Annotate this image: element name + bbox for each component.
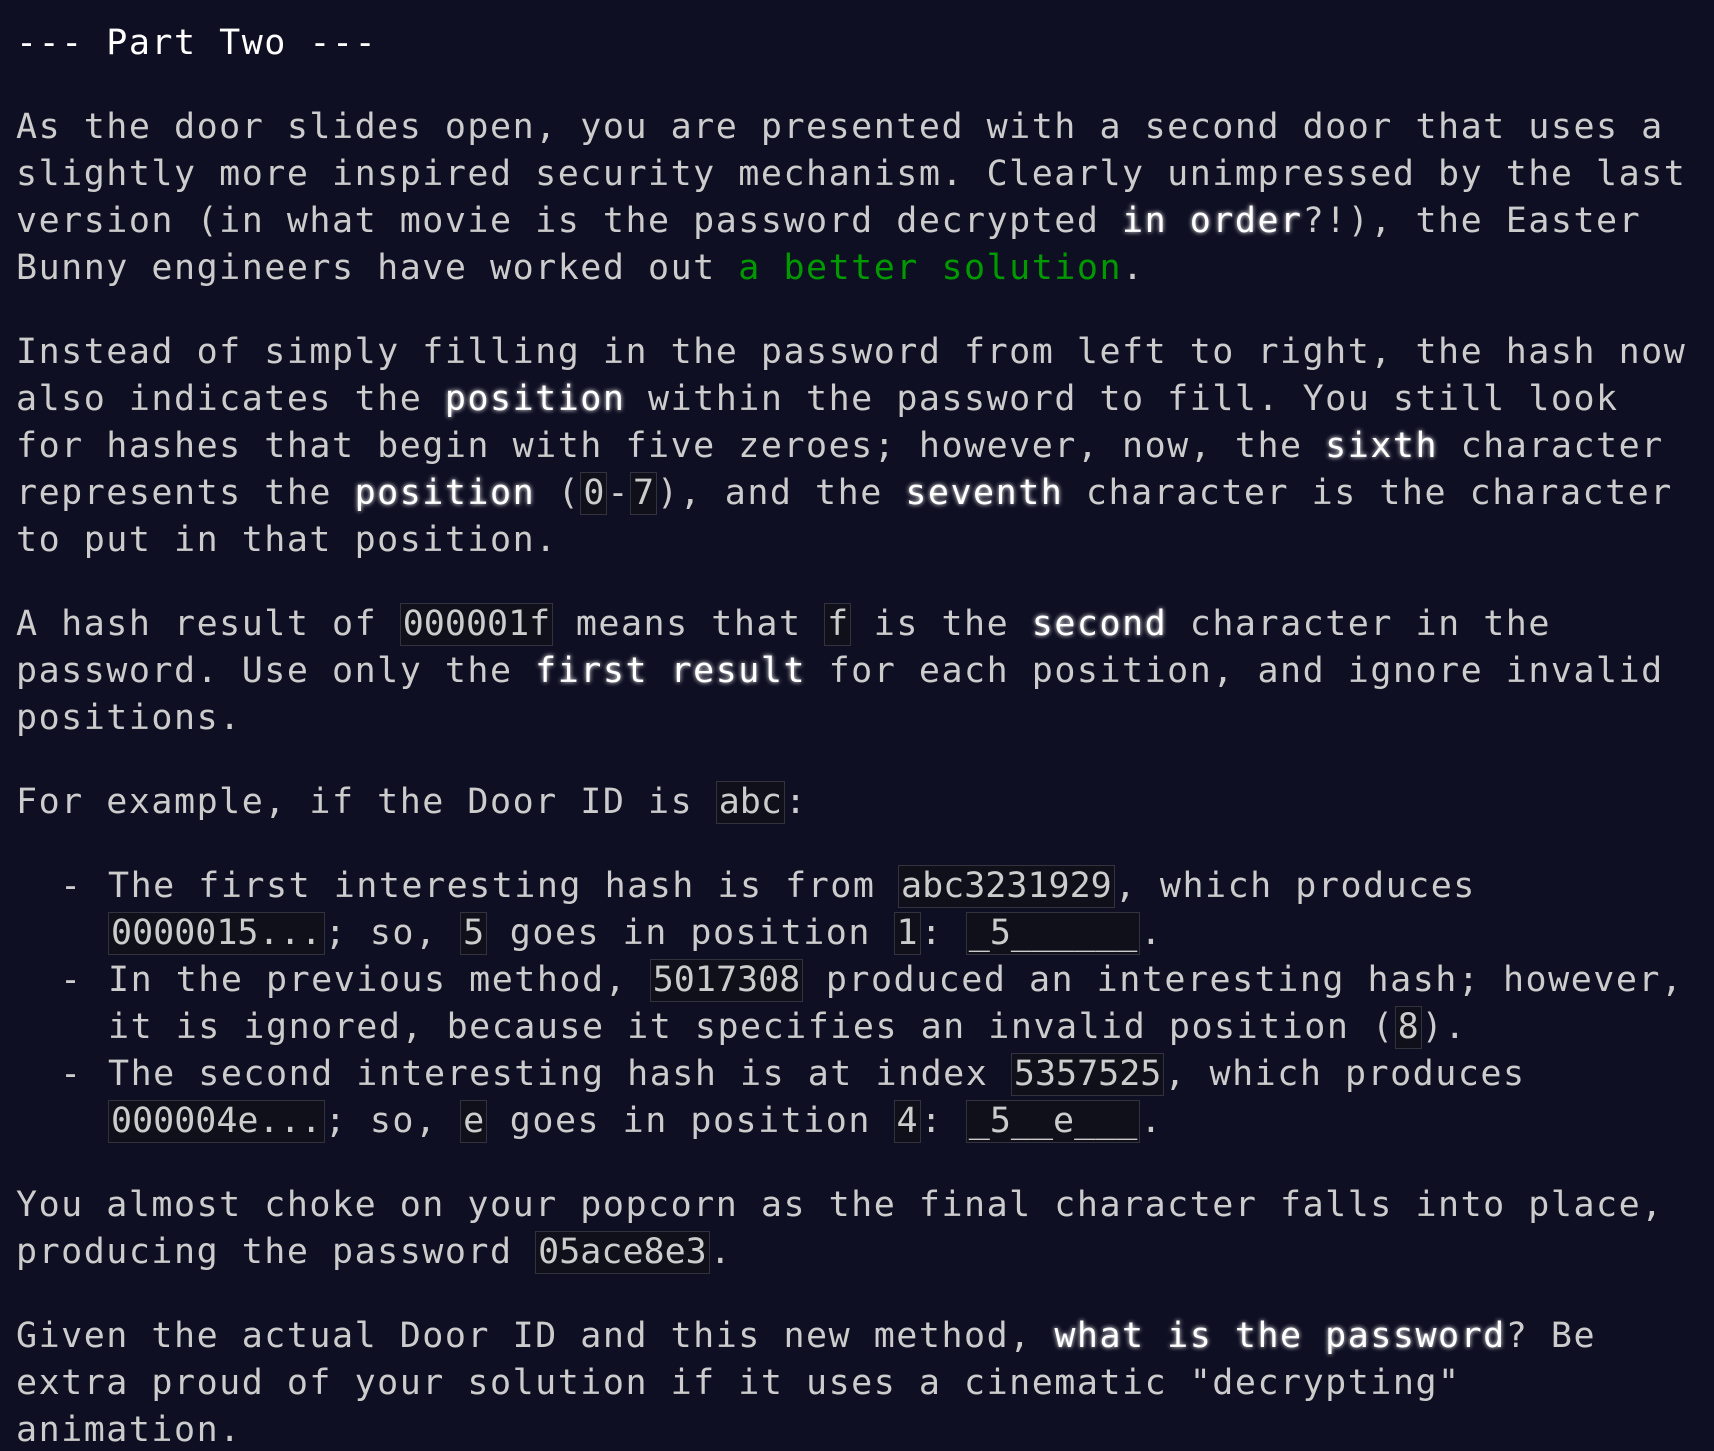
- code-password-progress: _5__e___: [965, 1100, 1141, 1143]
- code-password-progress: _5______: [965, 912, 1141, 955]
- text: In the previous method,: [108, 960, 650, 1000]
- text: Given the actual Door ID and this new me…: [16, 1316, 1055, 1356]
- code-char: 5: [460, 912, 488, 955]
- code-range-start: 0: [580, 472, 608, 515]
- code-char: f: [824, 603, 852, 646]
- code-hash: 000001f: [399, 603, 554, 646]
- code-index: 5357525: [1010, 1053, 1165, 1096]
- text: :: [920, 1101, 966, 1141]
- part-title: --- Part Two ---: [16, 23, 378, 63]
- puzzle-article: --- Part Two --- As the door slides open…: [0, 0, 1714, 1451]
- better-solution-link[interactable]: a better solution: [738, 248, 1122, 288]
- emphasis-seventh: seventh: [905, 473, 1064, 513]
- code-door-id: abc: [715, 781, 785, 824]
- example-list: The first interesting hash is from abc32…: [16, 863, 1706, 1145]
- text: :: [920, 913, 966, 953]
- paragraph-position: Instead of simply filling in the passwor…: [16, 329, 1706, 564]
- text: is the: [851, 604, 1032, 644]
- text: ), and the: [657, 473, 906, 513]
- emphasis-position: position: [354, 473, 536, 513]
- text: (: [535, 473, 581, 513]
- text: The first interesting hash is from: [108, 866, 899, 906]
- code-position: 8: [1394, 1006, 1422, 1049]
- paragraph-intro: As the door slides open, you are present…: [16, 104, 1706, 292]
- text: For example, if the Door ID is: [16, 782, 716, 822]
- code-index: 5017308: [649, 959, 804, 1002]
- code-hash: 000004e...: [108, 1100, 325, 1143]
- code-position: 4: [893, 1100, 921, 1143]
- emphasis-position: position: [444, 379, 626, 419]
- code-input: abc3231929: [898, 865, 1115, 908]
- text: .: [1140, 1101, 1163, 1141]
- text: , which produces: [1164, 1054, 1526, 1094]
- text: .: [1140, 913, 1163, 953]
- code-position: 1: [893, 912, 921, 955]
- text: A hash result of: [16, 604, 400, 644]
- list-item: The second interesting hash is at index …: [60, 1051, 1706, 1145]
- code-hash: 0000015...: [108, 912, 325, 955]
- list-item: In the previous method, 5017308 produced…: [60, 957, 1706, 1051]
- emphasis-in-order: in order: [1122, 201, 1303, 241]
- code-range-end: 7: [629, 472, 658, 515]
- text: goes in position: [487, 913, 894, 953]
- emphasis-sixth: sixth: [1325, 426, 1439, 466]
- paragraph-example: For example, if the Door ID is abc:: [16, 779, 1706, 826]
- emphasis-first-result: first result: [535, 651, 807, 691]
- code-password: 05ace8e3: [535, 1231, 710, 1274]
- text: The second interesting hash is at index: [108, 1054, 1011, 1094]
- text: .: [1122, 248, 1145, 288]
- emphasis-question: what is the password: [1054, 1316, 1506, 1356]
- emphasis-second: second: [1031, 604, 1168, 644]
- text: means that: [553, 604, 825, 644]
- text: -: [607, 473, 630, 513]
- text: :: [784, 782, 808, 822]
- paragraph-hash-result: A hash result of 000001f means that f is…: [16, 601, 1706, 742]
- paragraph-question: Given the actual Door ID and this new me…: [16, 1313, 1706, 1451]
- text: You almost choke on your popcorn as the …: [16, 1185, 1664, 1272]
- paragraph-final-password: You almost choke on your popcorn as the …: [16, 1182, 1706, 1276]
- text: ; so,: [324, 1101, 461, 1141]
- list-item: The first interesting hash is from abc32…: [60, 863, 1706, 957]
- text: .: [709, 1232, 733, 1272]
- code-char: e: [460, 1100, 488, 1143]
- text: goes in position: [487, 1101, 894, 1141]
- text: ; so,: [324, 913, 461, 953]
- text: , which produces: [1114, 866, 1476, 906]
- text: ).: [1421, 1007, 1467, 1047]
